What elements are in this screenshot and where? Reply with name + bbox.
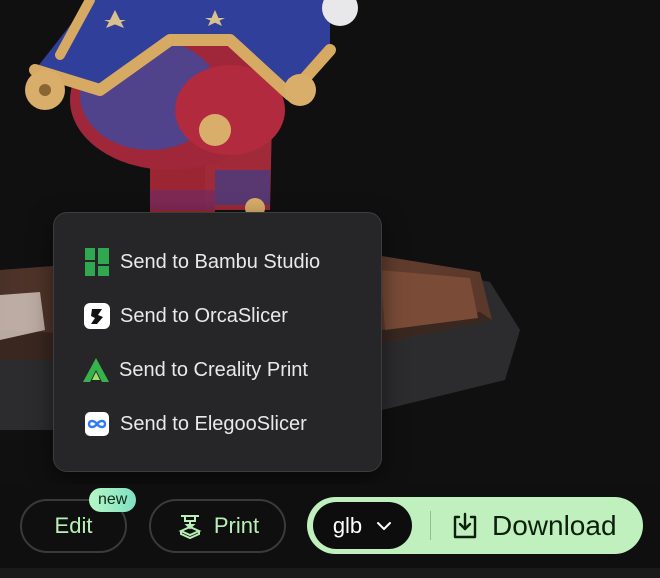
orcaslicer-icon — [84, 303, 110, 329]
download-icon — [450, 511, 480, 541]
print-button[interactable]: Print — [149, 499, 286, 553]
bambu-studio-icon — [84, 248, 110, 276]
divider — [430, 511, 431, 540]
menu-item-label: Send to Bambu Studio — [120, 250, 321, 273]
menu-item-elegooslicer[interactable]: Send to ElegooSlicer — [84, 407, 307, 441]
creality-print-icon — [83, 357, 109, 383]
edit-button-label: Edit — [54, 513, 93, 538]
download-button-label: Download — [492, 509, 617, 541]
menu-item-label: Send to ElegooSlicer — [120, 412, 307, 435]
menu-item-bambu-studio[interactable]: Send to Bambu Studio — [84, 245, 320, 279]
bottom-strip — [0, 568, 660, 578]
download-button[interactable]: Download — [450, 497, 617, 554]
menu-item-orcaslicer[interactable]: Send to OrcaSlicer — [84, 299, 288, 333]
elegooslicer-icon — [84, 411, 110, 437]
print-button-label: Print — [213, 513, 260, 538]
chevron-down-icon — [376, 521, 392, 531]
menu-item-creality-print[interactable]: Send to Creality Print — [83, 353, 308, 387]
format-value: glb — [332, 512, 363, 538]
download-group: glb Download — [307, 497, 643, 554]
menu-item-label: Send to OrcaSlicer — [120, 304, 288, 327]
menu-item-label: Send to Creality Print — [119, 358, 308, 381]
format-select[interactable]: glb — [313, 502, 412, 549]
printer-3d-icon — [176, 512, 204, 540]
send-to-menu: Send to Bambu Studio Send to OrcaSlicer … — [53, 212, 382, 472]
new-badge: new — [89, 488, 137, 512]
